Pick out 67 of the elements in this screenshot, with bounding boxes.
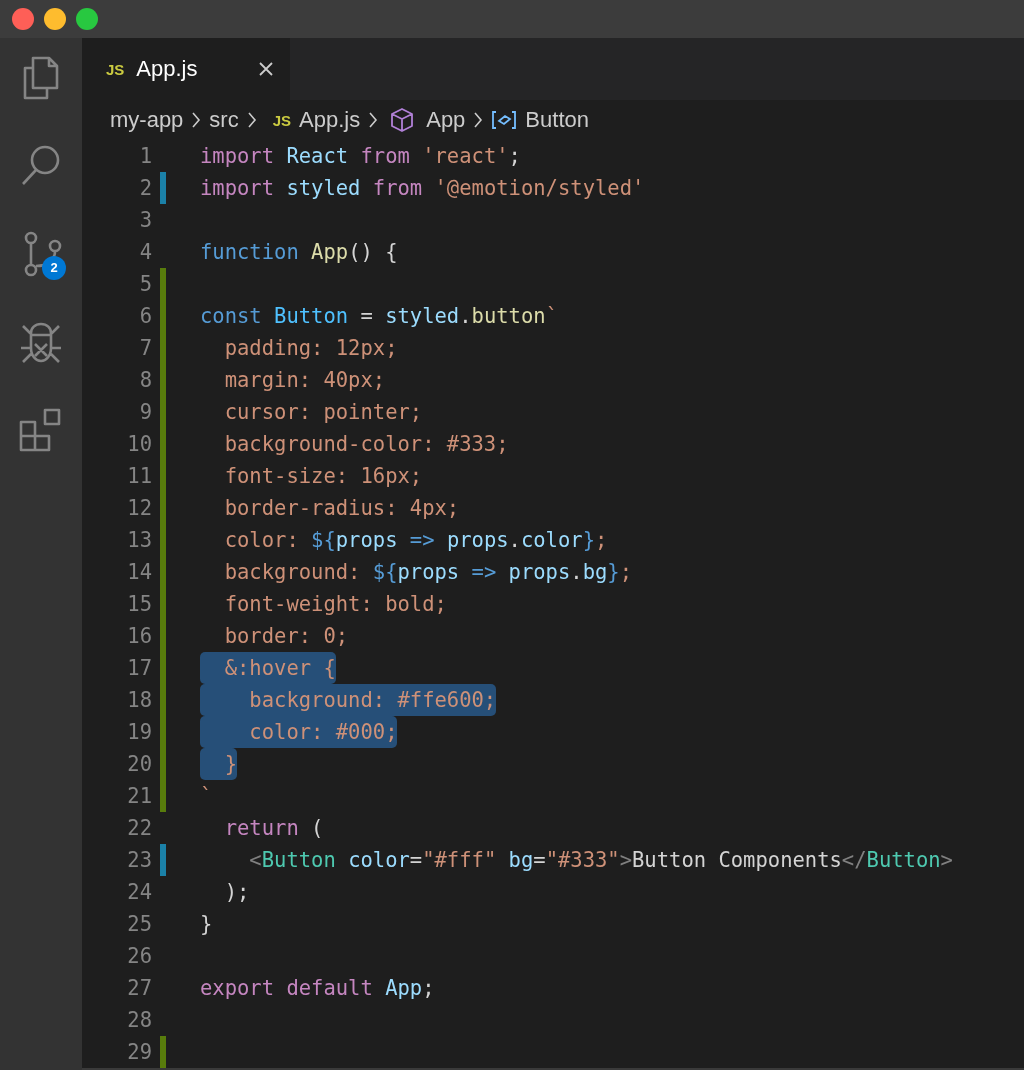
minimize-window-icon[interactable] (44, 8, 66, 30)
code-line: import React from 'react'; (200, 143, 521, 170)
line-number: 22 (126, 815, 152, 842)
breadcrumb-item[interactable]: Button (525, 107, 589, 133)
line-number: 12 (126, 495, 152, 522)
line-number: 9 (138, 399, 152, 426)
file-type-label: JS (106, 60, 125, 78)
line-number: 24 (126, 879, 152, 906)
variable-icon (491, 110, 518, 130)
breadcrumb-item[interactable]: App (426, 107, 466, 133)
line-number: 13 (126, 527, 152, 554)
close-icon[interactable] (258, 61, 275, 77)
chevron-icon (473, 111, 484, 129)
line-number: 15 (126, 591, 152, 618)
code-line: } (200, 911, 213, 938)
zoom-window-icon[interactable] (76, 8, 98, 30)
chevron-icon (368, 111, 379, 129)
line-number: 4 (138, 239, 152, 266)
line-number: 28 (126, 1007, 152, 1034)
code-line: <Button color="#fff" bg="#333">Button Components</Button> (248, 847, 953, 874)
line-number: 6 (138, 303, 152, 330)
code-line: background: ${props => props.bg}; (223, 559, 632, 586)
line-number: 19 (126, 719, 152, 746)
code-line: ); (223, 879, 250, 906)
line-number: 3 (138, 207, 152, 234)
line-number: 23 (126, 847, 152, 874)
code-line: background-color: #333; (223, 431, 509, 458)
line-number: 21 (126, 783, 152, 810)
line-number: 14 (126, 559, 152, 586)
code-line: const Button = styled.button` (200, 303, 558, 330)
breadcrumb-item[interactable]: src (209, 107, 239, 133)
line-number: 25 (126, 911, 152, 938)
breadcrumb-item[interactable]: App.js (299, 107, 361, 133)
line-number: 8 (138, 367, 152, 394)
close-window-icon[interactable] (12, 8, 34, 30)
code-line: border: 0; (223, 623, 349, 650)
line-number: 16 (126, 623, 152, 650)
code-line: color: ${props => props.color}; (223, 527, 608, 554)
line-number: 11 (126, 463, 152, 490)
line-number: 27 (126, 975, 152, 1002)
breadcrumb-item[interactable]: my-app (110, 107, 184, 133)
code-line: font-weight: bold; (223, 591, 447, 618)
line-number: 18 (126, 687, 152, 714)
line-number: 2 (138, 175, 152, 202)
code-line: padding: 12px; (223, 335, 398, 362)
code-line: margin: 40px; (223, 367, 386, 394)
code-line: return ( (223, 815, 324, 842)
line-number: 7 (138, 335, 152, 362)
chevron-icon (191, 111, 202, 129)
count-badge: 2 (42, 256, 66, 280)
line-number: 17 (126, 655, 152, 682)
code-line: export default App; (200, 975, 435, 1002)
line-number: 26 (126, 943, 152, 970)
code-line: ` (200, 783, 213, 810)
line-number: 20 (126, 751, 152, 778)
code-line: font-size: 16px; (223, 463, 423, 490)
file-type-label: JS (272, 111, 292, 129)
code-line: cursor: pointer; (223, 399, 423, 426)
line-number: 5 (138, 271, 152, 298)
line-number: 1 (138, 143, 152, 170)
code-line: import styled from '@emotion/styled' (200, 175, 645, 202)
editor-tab[interactable]: JS App.js (82, 38, 290, 100)
line-number: 10 (126, 431, 152, 458)
code-line: function App() { (200, 239, 398, 266)
line-number: 29 (126, 1039, 152, 1066)
chevron-icon (246, 111, 257, 129)
code-line: border-radius: 4px; (223, 495, 460, 522)
